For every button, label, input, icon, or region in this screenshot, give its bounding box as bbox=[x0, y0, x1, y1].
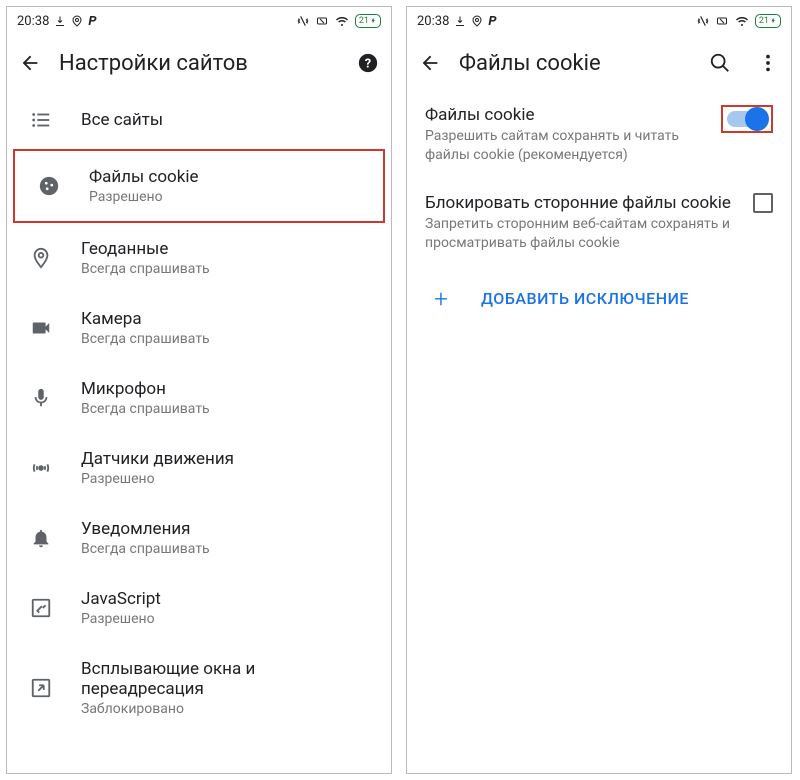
row-sub: Всегда спрашивать bbox=[81, 541, 377, 557]
help-icon[interactable]: ? bbox=[357, 52, 379, 74]
settings-list: Все сайты Файлы cookie Разрешено Геоданн… bbox=[7, 91, 391, 773]
status-time: 20:38 bbox=[17, 14, 49, 29]
row-motion[interactable]: Датчики движения Разрешено bbox=[7, 433, 391, 503]
row-label: Уведомления bbox=[81, 519, 377, 539]
row-label: Всплывающие окна и переадресация bbox=[81, 659, 377, 699]
row-sub: Запретить сторонним веб-сайтам сохранять… bbox=[425, 215, 735, 253]
row-sub: Разрешено bbox=[89, 189, 369, 205]
row-label: Камера bbox=[81, 309, 377, 329]
js-icon bbox=[29, 597, 53, 619]
block-checkbox[interactable] bbox=[753, 193, 773, 213]
row-block-thirdparty[interactable]: Блокировать сторонние файлы cookie Запре… bbox=[407, 179, 791, 267]
more-icon[interactable] bbox=[757, 52, 779, 74]
vibrate-icon bbox=[296, 14, 310, 28]
cookie-settings: Файлы cookie Разрешить сайтам сохранять … bbox=[407, 91, 791, 773]
row-label: Файлы cookie bbox=[425, 105, 703, 125]
row-cookies-toggle[interactable]: Файлы cookie Разрешить сайтам сохранять … bbox=[407, 91, 791, 179]
row-label: Файлы cookie bbox=[89, 167, 369, 187]
page-title-right: Файлы cookie bbox=[459, 51, 691, 76]
row-label: Датчики движения bbox=[81, 449, 377, 469]
cookies-toggle[interactable] bbox=[721, 105, 773, 133]
wifi-icon bbox=[334, 15, 350, 27]
row-label: Микрофон bbox=[81, 379, 377, 399]
row-sub: Всегда спрашивать bbox=[81, 331, 377, 347]
row-javascript[interactable]: JavaScript Разрешено bbox=[7, 573, 391, 643]
app-bar-right: Файлы cookie bbox=[407, 35, 791, 91]
row-cookies[interactable]: Файлы cookie Разрешено bbox=[13, 149, 385, 223]
no-sim-icon bbox=[315, 15, 329, 27]
row-label: Геоданные bbox=[81, 239, 377, 259]
vibrate-icon bbox=[696, 14, 710, 28]
wifi-icon bbox=[734, 15, 750, 27]
row-label: Все сайты bbox=[81, 110, 377, 130]
location-icon bbox=[29, 247, 53, 269]
camera-icon bbox=[29, 317, 53, 339]
row-mic[interactable]: Микрофон Всегда спрашивать bbox=[7, 363, 391, 433]
row-sub: Заблокировано bbox=[81, 701, 377, 717]
status-bar: 20:38 P 21 bbox=[7, 7, 391, 35]
bell-icon bbox=[29, 527, 53, 549]
battery-icon: 21 bbox=[755, 14, 781, 28]
add-exception-button[interactable]: + ДОБАВИТЬ ИСКЛЮЧЕНИЕ bbox=[407, 267, 791, 331]
p-icon: P bbox=[88, 14, 96, 29]
row-location[interactable]: Геоданные Всегда спрашивать bbox=[7, 223, 391, 293]
back-icon[interactable] bbox=[419, 52, 441, 74]
location-icon bbox=[471, 15, 483, 27]
phone-left: 20:38 P 21 Настройки сайтов ? Все сайты bbox=[6, 6, 392, 774]
row-sub: Всегда спрашивать bbox=[81, 261, 377, 277]
battery-icon: 21 bbox=[355, 14, 381, 28]
cookie-icon bbox=[37, 175, 61, 197]
row-all-sites[interactable]: Все сайты bbox=[7, 91, 391, 149]
status-bar: 20:38 P 21 bbox=[407, 7, 791, 35]
status-time: 20:38 bbox=[417, 14, 449, 29]
download-icon bbox=[54, 15, 66, 27]
location-icon bbox=[71, 15, 83, 27]
p-icon: P bbox=[488, 14, 496, 29]
download-icon bbox=[454, 15, 466, 27]
search-icon[interactable] bbox=[709, 52, 731, 74]
row-sub: Разрешено bbox=[81, 471, 377, 487]
plus-icon: + bbox=[429, 285, 453, 313]
back-icon[interactable] bbox=[19, 52, 41, 74]
row-label: JavaScript bbox=[81, 589, 377, 609]
motion-icon bbox=[29, 457, 53, 479]
row-label: Блокировать сторонние файлы cookie bbox=[425, 193, 735, 213]
page-title-left: Настройки сайтов bbox=[59, 51, 339, 76]
phone-right: 20:38 P 21 Файлы cookie Файлы cookie Раз bbox=[406, 6, 792, 774]
mic-icon bbox=[29, 387, 53, 409]
no-sim-icon bbox=[715, 15, 729, 27]
row-camera[interactable]: Камера Всегда спрашивать bbox=[7, 293, 391, 363]
row-popups[interactable]: Всплывающие окна и переадресация Заблоки… bbox=[7, 643, 391, 733]
app-bar-left: Настройки сайтов ? bbox=[7, 35, 391, 91]
row-sub: Всегда спрашивать bbox=[81, 401, 377, 417]
svg-text:?: ? bbox=[365, 57, 371, 72]
add-label: ДОБАВИТЬ ИСКЛЮЧЕНИЕ bbox=[481, 289, 689, 308]
popup-icon bbox=[29, 677, 53, 699]
row-notifications[interactable]: Уведомления Всегда спрашивать bbox=[7, 503, 391, 573]
row-sub: Разрешено bbox=[81, 611, 377, 627]
list-icon bbox=[29, 109, 53, 131]
row-sub: Разрешить сайтам сохранять и читать файл… bbox=[425, 127, 703, 165]
